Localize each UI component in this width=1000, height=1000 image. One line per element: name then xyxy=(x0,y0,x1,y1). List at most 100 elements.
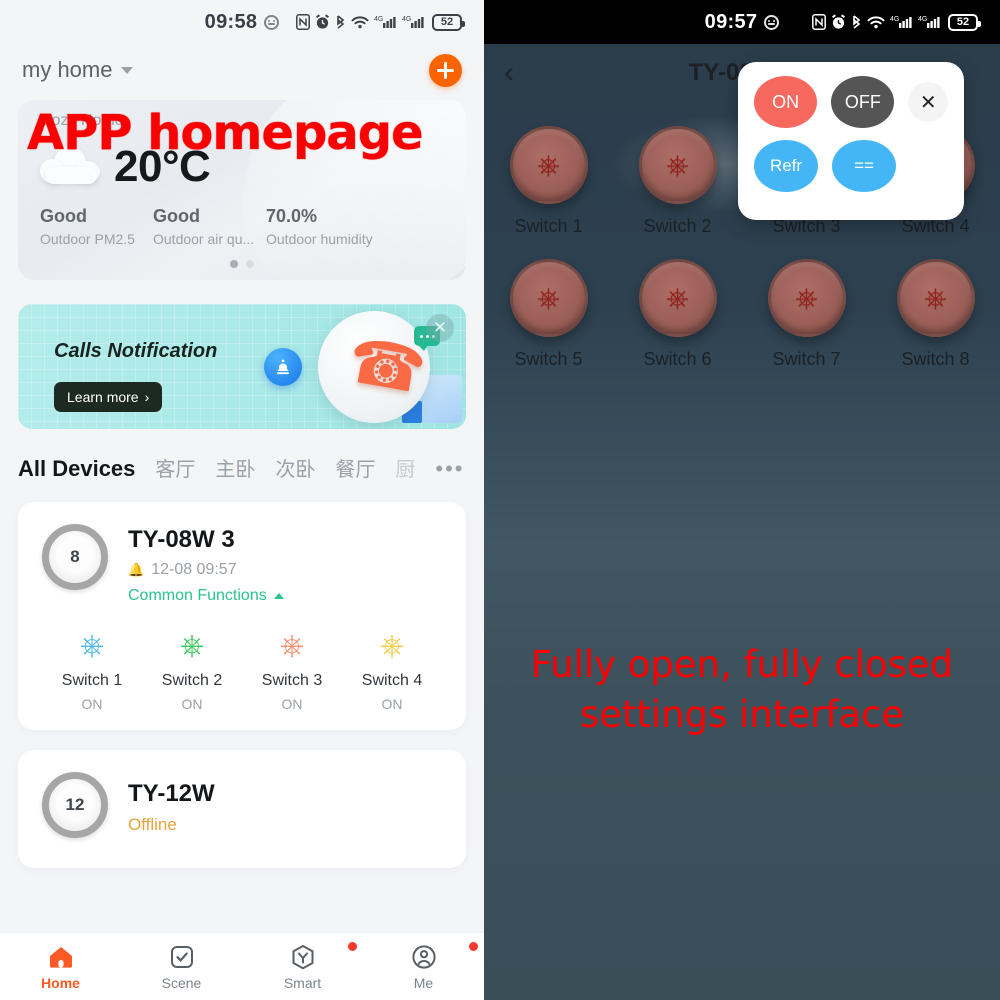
chevron-right-icon: › xyxy=(144,389,150,405)
all-on-button[interactable]: ON xyxy=(754,76,818,128)
calls-notification-banner[interactable]: Calls Notification Learn more › ☎ ✕ xyxy=(18,304,466,429)
room-tab-master-bedroom[interactable]: 主卧 xyxy=(215,453,255,482)
room-tab-second-bedroom[interactable]: 次卧 xyxy=(275,453,315,482)
room-tab-all-devices[interactable]: All Devices xyxy=(18,456,135,482)
device-badge-count: 8 xyxy=(70,547,80,566)
grid-switch-8[interactable]: ⎈ Switch 8 xyxy=(871,259,1000,370)
banner-close-icon[interactable]: ✕ xyxy=(426,314,454,342)
switch-button[interactable]: ⎈ xyxy=(509,126,588,204)
equals-button[interactable]: == xyxy=(832,140,896,192)
switch-label: Switch 8 xyxy=(901,349,970,369)
switch-button[interactable]: ⎈ xyxy=(896,259,975,337)
learn-more-label: Learn more xyxy=(67,389,139,405)
device-info: TY-12W Offline xyxy=(128,772,215,838)
nav-badge-dot xyxy=(347,941,358,952)
screenshot-root: 09:58 4G 4G 52 my home Cozy Home 20°C Go… xyxy=(0,0,1000,1000)
device-timestamp-row: 🔔 12-08 09:57 xyxy=(128,561,284,579)
switch-label: Switch 7 xyxy=(772,349,841,369)
carousel-dot-active[interactable] xyxy=(230,260,238,268)
device-avatar: 8 xyxy=(42,524,108,590)
grid-switch-6[interactable]: ⎈ Switch 6 xyxy=(613,259,742,370)
nav-badge-dot xyxy=(468,941,479,952)
add-device-button[interactable] xyxy=(429,53,462,87)
common-functions-toggle[interactable]: Common Functions xyxy=(128,587,284,605)
signal-4g-icon: 4G xyxy=(374,14,397,30)
power-icon: ⎈ xyxy=(666,149,689,180)
home-selector[interactable]: my home xyxy=(22,57,134,83)
bottom-navigation[interactable]: Home Scene Smart Me xyxy=(0,932,484,1000)
room-tabs[interactable]: All Devices 客厅 主卧 次卧 餐厅 厨 ••• xyxy=(0,429,484,482)
scene-check-icon xyxy=(121,942,242,972)
switch-label: Switch 2 xyxy=(643,216,712,236)
status-bar-time: 09:58 xyxy=(204,10,258,33)
weather-stat-value: Good xyxy=(40,206,87,226)
room-tab-kitchen[interactable]: 厨 xyxy=(395,453,415,482)
room-tabs-more-icon[interactable]: ••• xyxy=(435,456,464,482)
power-icon[interactable]: ⎈ xyxy=(42,631,142,661)
battery-indicator: 52 xyxy=(948,13,981,31)
grid-switch-7[interactable]: ⎈ Switch 7 xyxy=(742,259,871,370)
switch-button[interactable]: ⎈ xyxy=(767,259,846,337)
switch-button[interactable]: ⎈ xyxy=(509,259,588,337)
device-title: TY-12W xyxy=(128,780,215,807)
carousel-dots[interactable] xyxy=(18,260,466,268)
battery-indicator: 52 xyxy=(432,13,465,31)
home-name-label: my home xyxy=(22,57,113,82)
switch-button[interactable]: ⎈ xyxy=(638,126,717,204)
all-switch-popup: ON OFF ✕ Refr == xyxy=(738,62,964,220)
switch-label: Switch 2 xyxy=(161,672,223,689)
status-bar-right: 09:57 4G 4G 52 xyxy=(484,0,1000,44)
nav-label: Scene xyxy=(161,975,202,991)
switch-label: Switch 6 xyxy=(643,349,712,369)
switch-control-2[interactable]: ⎈ Switch 2 ON xyxy=(142,631,242,713)
power-icon: ⎈ xyxy=(795,282,818,313)
device-avatar: 12 xyxy=(42,772,108,838)
grid-switch-5[interactable]: ⎈ Switch 5 xyxy=(484,259,613,370)
nav-tab-home[interactable]: Home xyxy=(0,942,121,991)
room-tab-dining-room[interactable]: 餐厅 xyxy=(335,453,375,482)
weather-stat: Good Outdoor air qu... xyxy=(153,206,266,247)
weather-stat-value: Good xyxy=(153,206,200,226)
wifi-icon xyxy=(867,14,885,30)
chevron-up-icon xyxy=(273,593,284,599)
switch-button[interactable]: ⎈ xyxy=(638,259,717,337)
switch-label: Switch 1 xyxy=(514,216,583,236)
power-icon[interactable]: ⎈ xyxy=(342,631,442,661)
power-icon[interactable]: ⎈ xyxy=(142,631,242,661)
face-unlock-icon xyxy=(764,14,780,30)
wifi-icon xyxy=(351,14,369,30)
signal-4g-icon-2: 4G xyxy=(402,14,425,30)
popup-close-icon[interactable]: ✕ xyxy=(908,82,948,122)
nav-tab-me[interactable]: Me xyxy=(363,941,484,991)
svg-text:4G: 4G xyxy=(402,16,411,23)
nav-tab-smart[interactable]: Smart xyxy=(242,941,363,991)
switch-state: ON xyxy=(81,696,103,712)
device-card-ty08w3[interactable]: 8 TY-08W 3 🔔 12-08 09:57 Common Function… xyxy=(18,502,466,730)
home-header: my home xyxy=(0,44,484,96)
nav-label: Home xyxy=(41,975,80,991)
power-icon[interactable]: ⎈ xyxy=(242,631,342,661)
annotation-app-homepage: APP homepage xyxy=(27,105,424,161)
learn-more-button[interactable]: Learn more › xyxy=(54,382,163,412)
nav-label: Me xyxy=(413,975,434,991)
weather-stat: 70.0% Outdoor humidity xyxy=(266,206,379,247)
switch-control-3[interactable]: ⎈ Switch 3 ON xyxy=(242,631,342,713)
device-detail-panel: 09:57 4G 4G 52 ‹ TY-08W ⎈ Switch 1 ⎈ Swi… xyxy=(484,0,1000,1000)
grid-switch-2[interactable]: ⎈ Switch 2 xyxy=(613,126,742,237)
refresh-button[interactable]: Refr xyxy=(754,140,818,192)
chevron-down-icon xyxy=(121,66,134,74)
nfc-icon xyxy=(296,14,310,30)
weather-stat-label: Outdoor PM2.5 xyxy=(40,231,135,247)
device-status-offline: Offline xyxy=(128,815,177,834)
room-tab-living-room[interactable]: 客厅 xyxy=(155,453,195,482)
status-bar-icons: 4G 4G 52 xyxy=(812,0,981,44)
nav-tab-scene[interactable]: Scene xyxy=(121,942,242,991)
all-off-button[interactable]: OFF xyxy=(831,76,895,128)
weather-stat-label: Outdoor air qu... xyxy=(153,231,255,247)
switch-control-1[interactable]: ⎈ Switch 1 ON xyxy=(42,631,142,713)
grid-switch-1[interactable]: ⎈ Switch 1 xyxy=(484,126,613,237)
switch-control-4[interactable]: ⎈ Switch 4 ON xyxy=(342,631,442,713)
carousel-dot[interactable] xyxy=(246,260,254,268)
device-card-ty12w[interactable]: 12 TY-12W Offline xyxy=(18,750,466,868)
common-functions-label: Common Functions xyxy=(128,587,267,604)
